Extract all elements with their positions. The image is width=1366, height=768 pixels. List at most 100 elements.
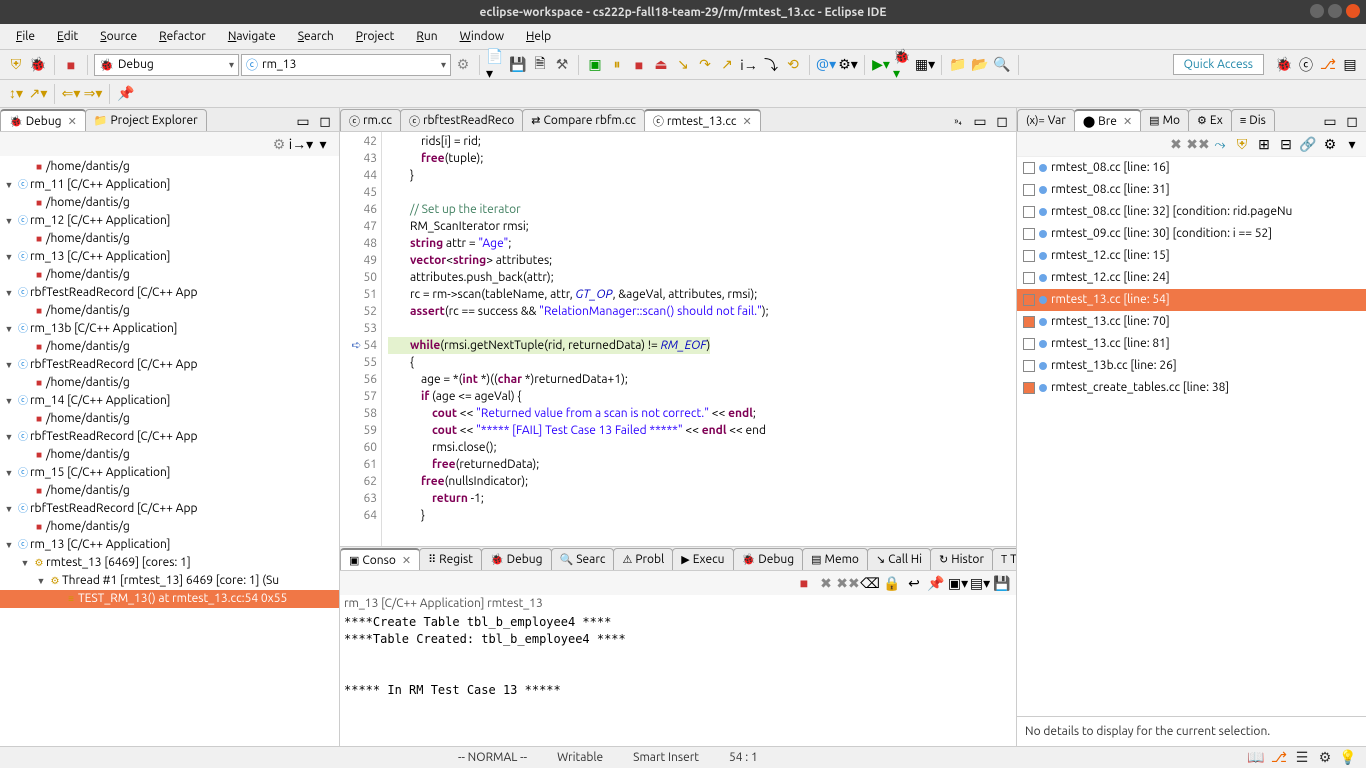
display-icon[interactable]: ▣▾ xyxy=(948,573,968,593)
suspend-icon[interactable]: ⏸ xyxy=(607,55,627,75)
console-output[interactable]: ****Create Table tbl_b_employee4 **** **… xyxy=(340,612,1016,746)
code-line[interactable]: attributes.push_back(attr); xyxy=(388,269,1016,286)
breakpoint-checkbox[interactable] xyxy=(1023,250,1035,262)
breakpoint-checkbox[interactable] xyxy=(1023,360,1035,372)
link-icon[interactable]: 🔗 xyxy=(1298,134,1318,154)
breakpoint-row[interactable]: rmtest_13b.cc [line: 26] xyxy=(1017,355,1366,377)
step-into-icon[interactable]: ↘ xyxy=(673,55,693,75)
build-icon[interactable]: ⚒ xyxy=(552,55,572,75)
skip-all-bp-icon[interactable]: ⛨ xyxy=(6,55,26,75)
breakpoint-checkbox[interactable] xyxy=(1023,184,1035,196)
menu-search[interactable]: Search xyxy=(288,27,344,46)
debug-tree-row[interactable]: ■/home/dantis/g xyxy=(0,230,339,248)
terminate-icon[interactable]: ■ xyxy=(629,55,649,75)
right-tab[interactable]: ⬤Bre✕ xyxy=(1074,109,1141,131)
gear-icon[interactable]: ⚙ xyxy=(453,55,473,75)
bottom-tab[interactable]: ⠿Regist xyxy=(419,548,482,570)
debug-tree-row[interactable]: ■/home/dantis/g xyxy=(0,410,339,428)
twisty-icon[interactable]: ▼ xyxy=(2,248,16,266)
perspective-resource-icon[interactable]: ▤ xyxy=(1340,55,1360,75)
breakpoint-row[interactable]: rmtest_08.cc [line: 32] [condition: rid.… xyxy=(1017,201,1366,223)
code-line[interactable]: cout << "***** [FAIL] Test Case 13 Faile… xyxy=(388,422,1016,439)
debug-tree-row[interactable]: ■/home/dantis/g xyxy=(0,446,339,464)
code-line[interactable]: while(rmsi.getNextTuple(rid, returnedDat… xyxy=(388,337,1016,354)
open-console-icon[interactable]: ▤▾ xyxy=(970,573,990,593)
tip-icon[interactable]: 💡 xyxy=(1338,748,1358,768)
bottom-tab[interactable]: 🐞Debug xyxy=(481,548,552,570)
twisty-icon[interactable]: ▼ xyxy=(2,464,16,482)
restart-icon[interactable]: ⟲ xyxy=(783,55,803,75)
code-line[interactable] xyxy=(388,320,1016,337)
right-tab[interactable]: ⚙Ex xyxy=(1188,109,1232,131)
step-over-icon[interactable]: ↷ xyxy=(695,55,715,75)
breakpoint-row[interactable]: rmtest_12.cc [line: 15] xyxy=(1017,245,1366,267)
instr-step-icon[interactable]: i→ xyxy=(739,55,759,75)
open-type-icon[interactable]: 📂 xyxy=(970,55,990,75)
pin-icon[interactable]: 📌 xyxy=(926,573,946,593)
code-line[interactable]: return -1; xyxy=(388,490,1016,507)
window-close-button[interactable] xyxy=(1346,4,1360,18)
breakpoint-row[interactable]: rmtest_13.cc [line: 54] xyxy=(1017,289,1366,311)
debug-tree-row[interactable]: ▼ⓒrm_13 [C/C++ Application] xyxy=(0,248,339,266)
disconnect-icon[interactable]: ⏏ xyxy=(651,55,671,75)
new-project-icon[interactable]: 📁 xyxy=(948,55,968,75)
code-line[interactable]: rmsi.close(); xyxy=(388,439,1016,456)
minimize-icon[interactable]: ▭ xyxy=(293,111,313,131)
collapse-icon[interactable]: ⊟ xyxy=(1276,134,1296,154)
debug-tree-row[interactable]: ■/home/dantis/g xyxy=(0,302,339,320)
bottom-tab[interactable]: ▶Execu xyxy=(672,548,733,570)
twisty-icon[interactable]: ▼ xyxy=(2,176,16,194)
save-icon[interactable]: 💾 xyxy=(992,573,1012,593)
bottom-tab[interactable]: 🔍Searc xyxy=(551,548,615,570)
search-icon[interactable]: 🔍 xyxy=(992,55,1012,75)
remove-all-icon[interactable]: ✖✖ xyxy=(838,573,858,593)
breakpoint-row[interactable]: rmtest_08.cc [line: 31] xyxy=(1017,179,1366,201)
perspective-debug-icon[interactable]: 🐞 xyxy=(1274,55,1294,75)
code-line[interactable]: free(nullsIndicator); xyxy=(388,473,1016,490)
code-line[interactable]: vector<string> attributes; xyxy=(388,252,1016,269)
back-icon[interactable]: ⇐▾ xyxy=(61,84,81,104)
launch-mode-combo[interactable]: 🐞 Debug ▾ xyxy=(94,54,239,76)
status-icon[interactable]: ☰ xyxy=(1292,748,1312,768)
breakpoint-checkbox[interactable] xyxy=(1023,228,1035,240)
expand-icon[interactable]: ⊞ xyxy=(1254,134,1274,154)
bottom-tab[interactable]: ▣Conso✕ xyxy=(340,548,420,570)
debug-tree[interactable]: ■/home/dantis/g▼ⓒrm_11 [C/C++ Applicatio… xyxy=(0,156,339,746)
close-icon[interactable]: ✕ xyxy=(1120,115,1132,128)
debug-tree-row[interactable]: ▼ⓒrm_13 [C/C++ Application] xyxy=(0,536,339,554)
code-line[interactable]: string attr = "Age"; xyxy=(388,235,1016,252)
code-line[interactable]: RM_ScanIterator rmsi; xyxy=(388,218,1016,235)
code-line[interactable]: cout << "Returned value from a scan is n… xyxy=(388,405,1016,422)
step-return-icon[interactable]: ↗ xyxy=(717,55,737,75)
twisty-icon[interactable]: ▼ xyxy=(2,428,16,446)
coverage-icon[interactable]: ▦▾ xyxy=(915,55,935,75)
code-line[interactable]: free(returnedData); xyxy=(388,456,1016,473)
breakpoint-row[interactable]: rmtest_create_tables.cc [line: 38] xyxy=(1017,377,1366,399)
forward-icon[interactable]: ⇒▾ xyxy=(83,84,103,104)
status-icon[interactable]: ⎇ xyxy=(1269,748,1289,768)
maximize-icon[interactable]: ◻ xyxy=(315,111,335,131)
breakpoint-checkbox[interactable] xyxy=(1023,206,1035,218)
show-list-icon[interactable]: »₄ xyxy=(948,111,968,131)
code-line[interactable]: } xyxy=(388,167,1016,184)
code-line[interactable]: } xyxy=(388,507,1016,524)
remove-all-bp-icon[interactable]: ✖✖ xyxy=(1188,134,1208,154)
menu-run[interactable]: Run xyxy=(406,27,447,46)
twisty-icon[interactable]: ▼ xyxy=(2,536,16,554)
skip-bp-icon[interactable]: ⛨ xyxy=(1232,134,1252,154)
pin-icon[interactable]: 📌 xyxy=(116,84,136,104)
at-icon[interactable]: @▾ xyxy=(816,55,836,75)
code-line[interactable]: // Set up the iterator xyxy=(388,201,1016,218)
debug-tree-row[interactable]: ▼ⓒrm_14 [C/C++ Application] xyxy=(0,392,339,410)
perspective-cpp-icon[interactable]: ⓒ xyxy=(1296,55,1316,75)
code-line[interactable]: age = *(int *)((char *)returnedData+1); xyxy=(388,371,1016,388)
debug-tree-row[interactable]: ▼ⓒrbfTestReadRecord [C/C++ App xyxy=(0,500,339,518)
nav-icon[interactable]: ↕▾ xyxy=(6,84,26,104)
bottom-tab[interactable]: ⚠Probl xyxy=(613,548,673,570)
menu-source[interactable]: Source xyxy=(90,27,147,46)
code-line[interactable]: free(tuple); xyxy=(388,150,1016,167)
remove-icon[interactable]: ✖ xyxy=(816,573,836,593)
debug-tree-row[interactable]: ▼⚙rmtest_13 [6469] [cores: 1] xyxy=(0,554,339,572)
debug-tree-row[interactable]: ■/home/dantis/g xyxy=(0,194,339,212)
debug-tree-row[interactable]: ▼ⓒrm_11 [C/C++ Application] xyxy=(0,176,339,194)
